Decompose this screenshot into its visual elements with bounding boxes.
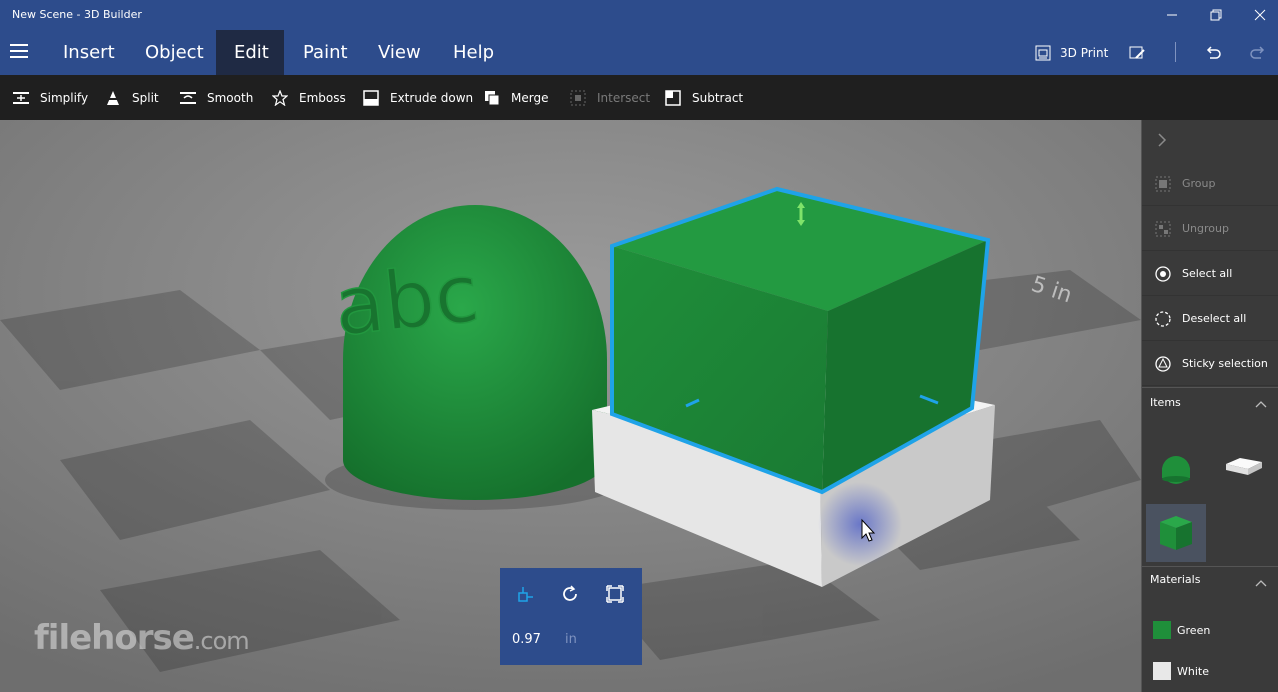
item-thumbnail-box-selected[interactable] bbox=[1146, 504, 1206, 562]
smooth-button[interactable]: Smooth bbox=[179, 75, 253, 120]
collapse-panel-chevron-icon[interactable] bbox=[1156, 132, 1168, 152]
menu-divider bbox=[1175, 42, 1176, 62]
restore-icon[interactable] bbox=[1194, 0, 1238, 30]
subtract-icon bbox=[664, 89, 682, 107]
selection-side-panel: Group Ungroup Select all Deselect all St… bbox=[1141, 120, 1278, 692]
watermark-brand: filehorse bbox=[34, 618, 195, 658]
menu-object[interactable]: Object bbox=[127, 30, 222, 75]
ungroup-icon bbox=[1155, 221, 1171, 236]
watermark-logo: filehorse.com bbox=[34, 618, 250, 658]
redo-icon[interactable] bbox=[1249, 30, 1267, 75]
smooth-label: Smooth bbox=[207, 90, 254, 105]
smooth-icon bbox=[179, 89, 197, 107]
split-label: Split bbox=[132, 90, 159, 105]
deselect-all-icon bbox=[1155, 310, 1171, 327]
app-window: New Scene - 3D Builder Insert Object Edi… bbox=[0, 0, 1278, 692]
items-header-label: Items bbox=[1150, 396, 1181, 409]
simplify-icon bbox=[12, 89, 30, 107]
ungroup-button[interactable]: Ungroup bbox=[1142, 207, 1278, 251]
edit-scene-icon[interactable] bbox=[1128, 30, 1146, 75]
print-button[interactable]: 3D Print bbox=[1034, 30, 1108, 75]
extrude-down-button[interactable]: Extrude down bbox=[362, 75, 473, 120]
material-green[interactable]: Green bbox=[1142, 610, 1278, 650]
materials-header-label: Materials bbox=[1150, 573, 1201, 586]
menu-bar: Insert Object Edit Paint View Help 3D Pr… bbox=[0, 30, 1278, 75]
sticky-selection-button[interactable]: Sticky selection bbox=[1142, 342, 1278, 386]
dome-emboss-text: abc bbox=[330, 246, 483, 354]
emboss-label: Emboss bbox=[299, 90, 346, 105]
sticky-selection-label: Sticky selection bbox=[1182, 357, 1268, 370]
material-white[interactable]: White bbox=[1142, 651, 1278, 691]
group-label: Group bbox=[1182, 177, 1216, 190]
rotate-mode-icon[interactable] bbox=[558, 582, 582, 606]
cursor-highlight bbox=[818, 482, 902, 566]
simplify-label: Simplify bbox=[40, 90, 89, 105]
split-button[interactable]: Split bbox=[104, 75, 159, 120]
star-icon bbox=[271, 89, 289, 107]
simplify-button[interactable]: Simplify bbox=[12, 75, 88, 120]
minimize-icon[interactable] bbox=[1150, 0, 1194, 30]
select-all-button[interactable]: Select all bbox=[1142, 252, 1278, 296]
material-green-label: Green bbox=[1177, 623, 1211, 637]
close-icon[interactable] bbox=[1238, 0, 1278, 30]
print-label: 3D Print bbox=[1060, 45, 1109, 60]
emboss-button[interactable]: Emboss bbox=[271, 75, 346, 120]
menu-help[interactable]: Help bbox=[435, 30, 512, 75]
menu-insert[interactable]: Insert bbox=[45, 30, 133, 75]
transform-unit-label: in bbox=[565, 632, 577, 647]
sticky-selection-icon bbox=[1155, 355, 1171, 372]
group-button[interactable]: Group bbox=[1142, 162, 1278, 206]
item-thumbnail-dome[interactable] bbox=[1154, 444, 1198, 488]
select-all-label: Select all bbox=[1182, 267, 1233, 280]
transform-value-field[interactable]: 0.97 bbox=[512, 632, 541, 647]
window-title: New Scene - 3D Builder bbox=[12, 8, 142, 21]
menu-edit[interactable]: Edit bbox=[216, 30, 284, 75]
title-bar: New Scene - 3D Builder bbox=[0, 0, 1278, 30]
merge-button[interactable]: Merge bbox=[483, 75, 548, 120]
ungroup-label: Ungroup bbox=[1182, 222, 1229, 235]
printer-3d-icon bbox=[1035, 45, 1051, 60]
collapse-items-chevron-icon bbox=[1255, 401, 1267, 408]
hamburger-menu-icon[interactable] bbox=[10, 44, 28, 58]
panel-divider bbox=[1142, 387, 1278, 388]
merge-label: Merge bbox=[511, 90, 549, 105]
material-white-label: White bbox=[1177, 664, 1209, 678]
watermark-suffix: .com bbox=[193, 627, 250, 655]
green-swatch bbox=[1153, 621, 1171, 639]
group-icon bbox=[1155, 176, 1171, 191]
white-swatch bbox=[1153, 662, 1171, 680]
intersect-icon bbox=[569, 89, 587, 107]
panel-divider-2 bbox=[1142, 566, 1278, 567]
item-thumbnail-base[interactable] bbox=[1222, 444, 1266, 488]
scale-mode-icon[interactable] bbox=[603, 582, 627, 606]
subtract-label: Subtract bbox=[692, 90, 744, 105]
deselect-all-button[interactable]: Deselect all bbox=[1142, 297, 1278, 341]
intersect-button[interactable]: Intersect bbox=[569, 75, 650, 120]
menu-view[interactable]: View bbox=[360, 30, 439, 75]
undo-icon[interactable] bbox=[1204, 30, 1222, 75]
deselect-all-label: Deselect all bbox=[1182, 312, 1247, 325]
select-all-icon bbox=[1155, 265, 1171, 282]
subtract-button[interactable]: Subtract bbox=[664, 75, 743, 120]
extrude-down-label: Extrude down bbox=[390, 90, 474, 105]
menu-paint[interactable]: Paint bbox=[285, 30, 366, 75]
edit-toolbar: Simplify Split Smooth Emboss Extrude dow… bbox=[0, 75, 1278, 120]
transform-panel: 0.97 in bbox=[500, 568, 642, 665]
split-icon bbox=[104, 89, 122, 107]
extrude-icon bbox=[362, 89, 380, 107]
merge-icon bbox=[483, 89, 501, 107]
move-mode-icon[interactable] bbox=[514, 582, 538, 606]
intersect-label: Intersect bbox=[597, 90, 651, 105]
collapse-materials-chevron-icon bbox=[1255, 580, 1267, 587]
